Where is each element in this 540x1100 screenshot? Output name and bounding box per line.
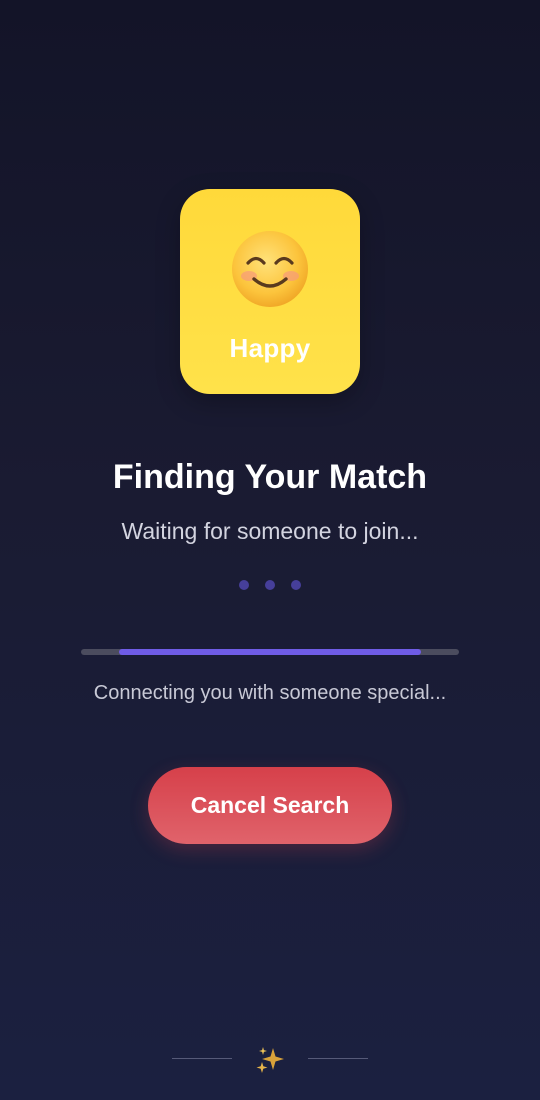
footer-divider-left bbox=[172, 1058, 232, 1059]
status-text: Connecting you with someone special... bbox=[93, 682, 447, 704]
footer-divider-right bbox=[308, 1058, 368, 1059]
mood-label: Happy bbox=[229, 333, 311, 363]
waiting-subtitle: Waiting for someone to join... bbox=[121, 518, 419, 544]
sparkles-icon bbox=[256, 1047, 284, 1073]
loading-dot bbox=[291, 580, 302, 590]
loading-dot bbox=[265, 580, 275, 590]
smiling-face-icon bbox=[232, 231, 308, 307]
loading-dots bbox=[0, 577, 540, 590]
loading-dot bbox=[238, 580, 249, 590]
page-title: Finding Your Match bbox=[112, 458, 428, 496]
mood-card: Happy bbox=[180, 189, 360, 394]
cancel-search-button[interactable]: Cancel Search bbox=[148, 767, 392, 844]
progress-fill bbox=[118, 649, 422, 655]
progress-bar bbox=[81, 649, 459, 655]
